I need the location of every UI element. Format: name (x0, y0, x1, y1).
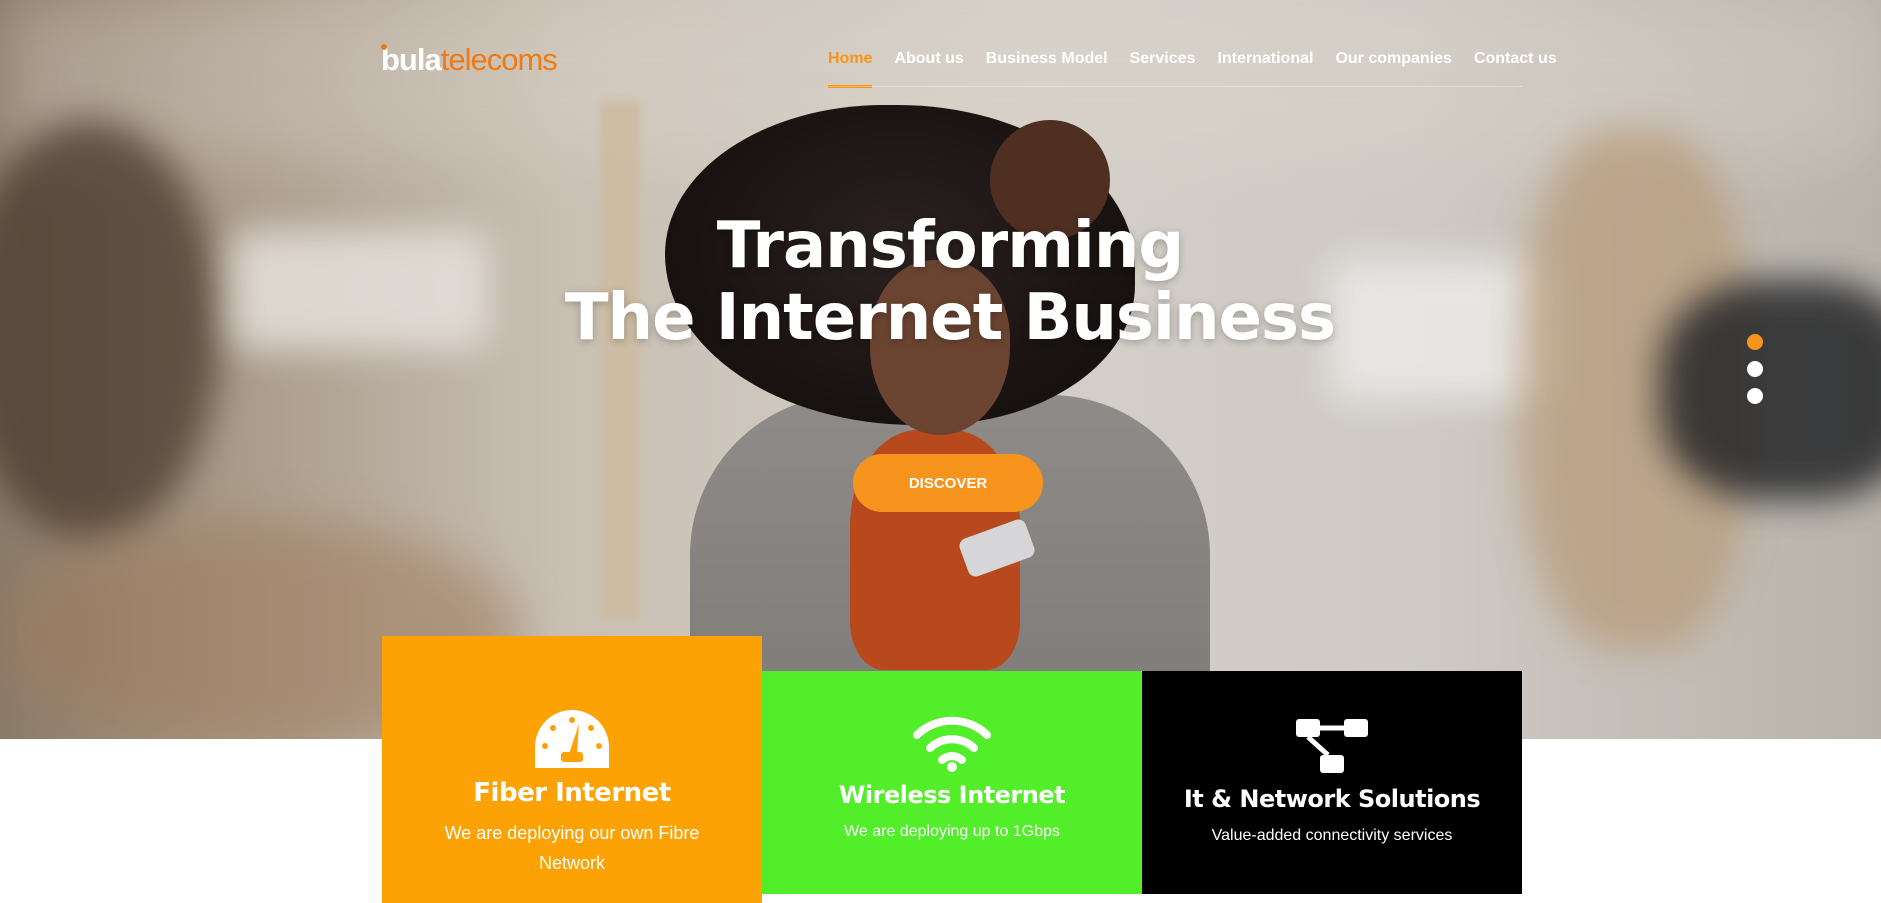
hero-headline-line2: The Internet Business (564, 281, 1336, 355)
slider-dot-3[interactable] (1747, 388, 1763, 404)
logo-text-bula: bula (381, 42, 442, 77)
slider-pagination (1747, 334, 1763, 404)
card-title: Wireless Internet (838, 781, 1066, 809)
discover-button[interactable]: DISCOVER (853, 454, 1043, 512)
card-description: Value-added connectivity services (1211, 827, 1453, 844)
nav-item-services[interactable]: Services (1130, 50, 1196, 88)
hero-background-image (0, 0, 1881, 739)
logo-dot (381, 44, 387, 50)
nav-item-about-us[interactable]: About us (894, 50, 963, 88)
hero-headline: Transforming The Internet Business (540, 210, 1360, 354)
site-logo[interactable]: bula telecoms (381, 42, 558, 82)
network-icon (1296, 719, 1368, 773)
slider-dot-2[interactable] (1747, 361, 1763, 377)
card-title: It & Network Solutions (1183, 785, 1481, 813)
slider-dot-1[interactable] (1747, 334, 1763, 350)
nav-item-international[interactable]: International (1217, 50, 1313, 88)
nav-item-home[interactable]: Home (828, 50, 873, 88)
nav-item-business-model[interactable]: Business Model (986, 50, 1108, 88)
main-nav: Home About us Business Model Services In… (828, 50, 1557, 88)
nav-item-contact-us[interactable]: Contact us (1474, 50, 1557, 88)
card-title: Fiber Internet (473, 778, 671, 808)
feature-card-it-network-solutions[interactable]: It & Network Solutions Value-added conne… (1142, 671, 1522, 894)
wifi-icon (913, 716, 991, 772)
nav-divider (828, 86, 1522, 87)
feature-card-fiber-internet[interactable]: Fiber Internet We are deploying our own … (382, 636, 762, 903)
feature-card-wireless-internet[interactable]: Wireless Internet We are deploying up to… (762, 671, 1142, 894)
logo-text-telecoms: telecoms (440, 42, 558, 77)
card-description: We are deploying our own Fibre Network (444, 823, 700, 873)
hero-person-photo (0, 0, 1881, 739)
nav-item-our-companies[interactable]: Our companies (1335, 50, 1451, 88)
page: bula telecoms Home About us Business Mod… (0, 0, 1881, 903)
card-description: We are deploying up to 1Gbps (844, 823, 1060, 840)
hero-headline-line1: Transforming (716, 209, 1184, 283)
speedometer-icon (535, 710, 609, 768)
